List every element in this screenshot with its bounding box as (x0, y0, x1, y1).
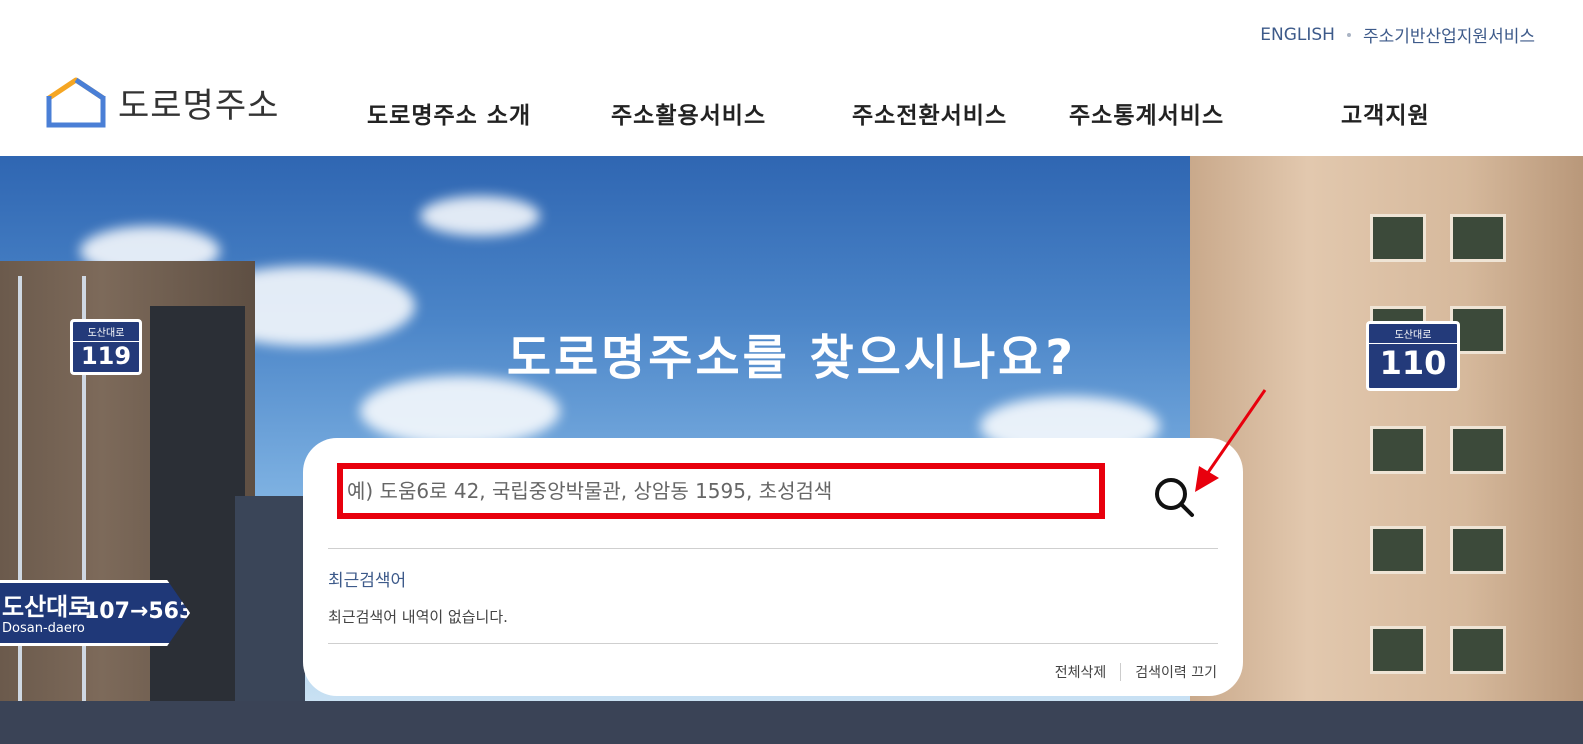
road-sign-range: 107→563 (84, 599, 195, 624)
divider (328, 548, 1218, 549)
cloud (420, 196, 540, 236)
building-window (1450, 526, 1506, 574)
divider (328, 643, 1218, 644)
main-nav: 도로명주소 소개 주소활용서비스 주소전환서비스 주소통계서비스 고객지원 (0, 96, 1583, 132)
building-window (1370, 214, 1426, 262)
search-panel: 최근검색어 최근검색어 내역이 없습니다. 전체삭제 검색이력 끄기 (303, 438, 1243, 696)
history-off-button[interactable]: 검색이력 끄기 (1135, 662, 1217, 682)
nav-item-address-service[interactable]: 주소활용서비스 (611, 96, 766, 130)
nav-item-statistics-service[interactable]: 주소통계서비스 (1069, 96, 1224, 130)
recent-searches-title: 최근검색어 (328, 571, 407, 591)
utility-links: ENGLISH 주소기반산업지원서비스 (1260, 22, 1535, 48)
separator-dot (1346, 32, 1351, 37)
separator (1120, 663, 1122, 681)
nav-item-customer-support[interactable]: 고객지원 (1341, 96, 1430, 130)
red-arrow-icon (1195, 389, 1267, 492)
nav-item-conversion-service[interactable]: 주소전환서비스 (852, 96, 1007, 130)
search-input[interactable] (343, 469, 1099, 513)
recent-searches-actions: 전체삭제 검색이력 끄기 (1055, 662, 1217, 682)
hero-title: 도로명주소를 찾으시나요? (506, 330, 1077, 386)
recent-searches-empty: 최근검색어 내역이 없습니다. (328, 608, 508, 626)
road-name-sign: 도산대로 Dosan-daero 107→563 (0, 580, 190, 646)
building-window (1450, 626, 1506, 674)
building-left-glass (235, 496, 305, 701)
road-sign-roman: Dosan-daero (2, 621, 85, 636)
building-window (1370, 426, 1426, 474)
search-box-highlight (337, 463, 1105, 519)
delete-all-button[interactable]: 전체삭제 (1055, 662, 1107, 682)
bottom-strip (0, 701, 1583, 744)
english-link[interactable]: ENGLISH (1260, 25, 1335, 45)
road-sign-name: 도산대로 (2, 593, 91, 621)
building-window (1450, 214, 1506, 262)
nav-item-intro[interactable]: 도로명주소 소개 (367, 96, 531, 130)
building-window (1370, 526, 1426, 574)
industry-support-link[interactable]: 주소기반산업지원서비스 (1363, 22, 1535, 47)
hero-banner: 도산대로 119 도산대로 110 도산대로 Dosan-daero 107→5… (0, 156, 1583, 701)
building-window (1450, 426, 1506, 474)
building-window (1370, 626, 1426, 674)
